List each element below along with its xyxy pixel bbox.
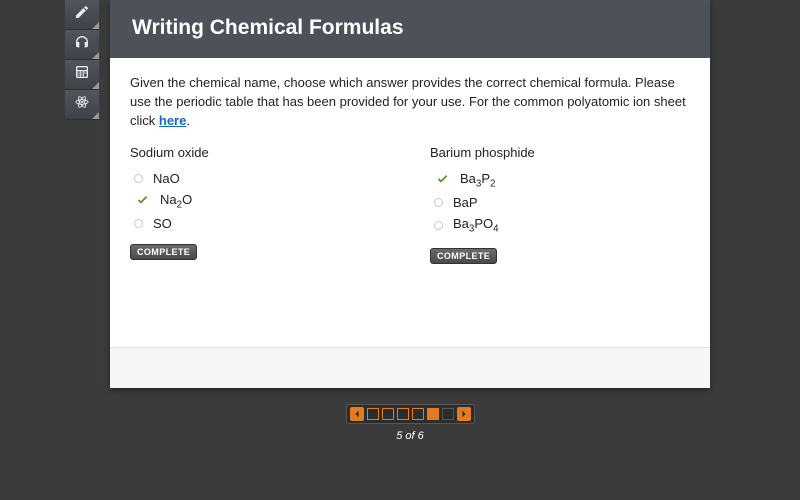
status-badge: COMPLETE [130,244,197,260]
page-indicator[interactable] [442,408,454,420]
pager: 5 of 6 [110,404,710,442]
pencil-icon [74,4,90,25]
chevron-right-icon [460,410,468,418]
instructions-suffix: . [186,113,190,128]
page-indicator[interactable] [427,408,439,420]
tool-pencil[interactable] [65,0,99,30]
option-label: Na2O [160,192,192,211]
chevron-left-icon [353,410,361,418]
radio-icon [134,174,143,183]
answer-option[interactable]: SO [130,213,390,234]
tool-headphones[interactable] [65,30,99,60]
instructions-text: Given the chemical name, choose which an… [130,75,686,128]
question-prompt: Barium phosphide [430,145,690,160]
answer-option[interactable]: Na2O [130,189,390,214]
option-label: BaP [453,195,478,210]
radio-icon [134,219,143,228]
check-icon [434,173,450,187]
page-label: 5 of 6 [110,430,710,442]
radio-icon [434,198,443,207]
question: Sodium oxide NaO Na2O SO COMPLETE [130,145,390,264]
answer-option[interactable]: Ba3P2 [430,168,690,193]
questions-row: Sodium oxideNaONa2OSOCOMPLETEBarium phos… [130,145,690,264]
option-label: Ba3P2 [460,171,495,190]
instructions: Given the chemical name, choose which an… [130,74,690,131]
pager-inner [346,404,475,424]
option-label: Ba3PO4 [453,216,499,235]
tool-atom[interactable] [65,90,99,120]
page-indicator[interactable] [397,408,409,420]
calculator-icon [74,64,90,85]
answer-option[interactable]: Ba3PO4 [430,213,690,238]
option-label: SO [153,216,172,231]
page-indicator[interactable] [412,408,424,420]
page-indicator[interactable] [382,408,394,420]
page-indicator[interactable] [367,408,379,420]
status-badge: COMPLETE [430,248,497,264]
option-label: NaO [153,171,180,186]
answer-option[interactable]: BaP [430,192,690,213]
question-prompt: Sodium oxide [130,145,390,160]
check-icon [134,194,150,208]
card-body: Given the chemical name, choose which an… [110,58,710,348]
atom-icon [74,94,90,115]
toolstrip [65,0,99,120]
radio-icon [434,221,443,230]
next-arrow-button[interactable] [457,407,471,421]
question: Barium phosphide Ba3P2 BaP Ba3PO4 COMPLETE [430,145,690,264]
headphones-icon [74,34,90,55]
answer-option[interactable]: NaO [130,168,390,189]
prev-arrow-button[interactable] [350,407,364,421]
polyatomic-link[interactable]: here [159,113,186,128]
page-title: Writing Chemical Formulas [110,0,710,58]
content-card: Writing Chemical Formulas Given the chem… [110,0,710,388]
tool-calculator[interactable] [65,60,99,90]
card-footer [110,348,710,388]
